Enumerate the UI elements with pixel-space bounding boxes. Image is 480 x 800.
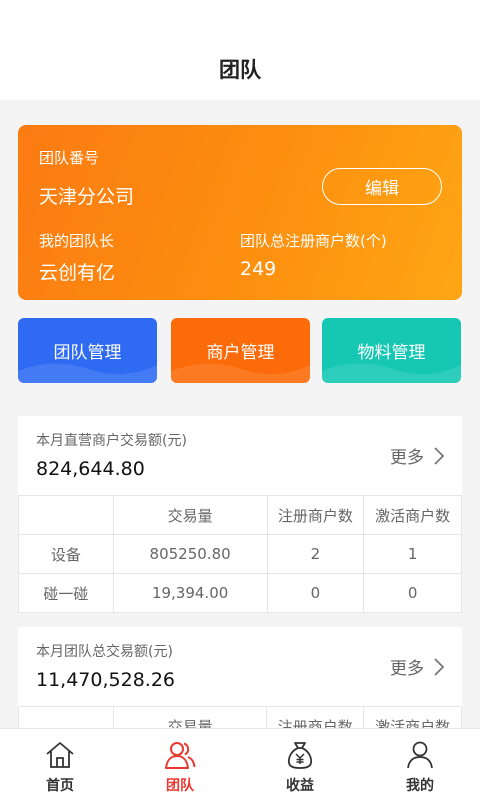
team-icon xyxy=(165,742,196,769)
material-management-button[interactable]: 物料管理 xyxy=(322,318,461,383)
direct-stats-table: 交易量 注册商户数 激活商户数 设备 805250.80 2 1 碰一碰 19,… xyxy=(18,495,462,613)
direct-stats-amount: 824,644.80 xyxy=(36,458,145,480)
merchant-count-label: 团队总注册商户数(个) xyxy=(240,232,387,250)
material-management-label: 物料管理 xyxy=(357,343,426,363)
tab-home[interactable]: 首页 xyxy=(0,729,120,800)
tab-label: 收益 xyxy=(286,778,314,794)
column-header: 注册商户数 xyxy=(266,495,365,535)
column-header: 激活商户数 xyxy=(363,706,462,728)
team-stats-table: 交易量 注册商户数 激活商户数 xyxy=(18,706,462,728)
chevron-right-icon xyxy=(434,446,444,465)
team-management-label: 团队管理 xyxy=(53,343,122,363)
team-leader-label: 我的团队长 xyxy=(39,232,115,250)
tab-mine[interactable]: 我的 xyxy=(360,729,480,800)
user-icon xyxy=(407,741,433,769)
tab-label: 首页 xyxy=(46,778,74,794)
column-header xyxy=(18,706,114,728)
tab-label: 团队 xyxy=(166,778,194,794)
team-stats-label: 本月团队总交易额(元) xyxy=(36,644,173,660)
table-header-row: 交易量 注册商户数 激活商户数 xyxy=(18,706,462,728)
money-bag-icon xyxy=(287,742,313,769)
team-total-stats-card: 本月团队总交易额(元) 11,470,528.26 更多 交易量 注册商户数 激… xyxy=(18,627,462,728)
table-cell: 2 xyxy=(266,534,365,574)
column-header: 交易量 xyxy=(112,706,268,728)
direct-stats-label: 本月直营商户交易额(元) xyxy=(36,433,187,449)
merchant-count: 249 xyxy=(240,258,277,280)
team-info-card: 团队番号 天津分公司 编辑 我的团队长 云创有亿 团队总注册商户数(个) 249 xyxy=(18,125,462,300)
table-row: 设备 805250.80 2 1 xyxy=(18,534,462,574)
table-cell: 0 xyxy=(266,573,365,613)
tab-earnings[interactable]: 收益 xyxy=(240,729,360,800)
header-bar: 团队 xyxy=(0,0,480,100)
row-label: 设备 xyxy=(18,534,114,574)
team-leader-name: 云创有亿 xyxy=(39,262,116,284)
merchant-management-label: 商户管理 xyxy=(206,343,275,363)
team-management-button[interactable]: 团队管理 xyxy=(18,318,157,383)
row-label: 碰一碰 xyxy=(18,573,114,613)
content-scroll-area[interactable]: 团队番号 天津分公司 编辑 我的团队长 云创有亿 团队总注册商户数(个) 249… xyxy=(0,100,480,728)
table-row: 碰一碰 19,394.00 0 0 xyxy=(18,573,462,613)
merchant-management-button[interactable]: 商户管理 xyxy=(171,318,310,383)
tab-label: 我的 xyxy=(406,778,434,794)
table-header-row: 交易量 注册商户数 激活商户数 xyxy=(18,495,462,535)
direct-stats-more-link[interactable]: 更多 xyxy=(390,443,444,468)
column-header: 激活商户数 xyxy=(363,495,462,535)
team-stats-amount: 11,470,528.26 xyxy=(36,669,176,691)
page-title: 团队 xyxy=(219,58,261,82)
column-header xyxy=(18,495,114,535)
table-cell: 805250.80 xyxy=(112,534,268,574)
team-number-label: 团队番号 xyxy=(39,149,100,167)
table-cell: 0 xyxy=(363,573,462,613)
team-stats-more-link[interactable]: 更多 xyxy=(390,654,444,679)
more-label: 更多 xyxy=(390,659,424,679)
table-cell: 1 xyxy=(363,534,462,574)
home-icon xyxy=(46,742,74,768)
direct-merchant-stats-card: 本月直营商户交易额(元) 824,644.80 更多 交易量 注册商户数 激活商… xyxy=(18,416,462,613)
table-cell: 19,394.00 xyxy=(112,573,268,613)
edit-button[interactable]: 编辑 xyxy=(322,168,442,205)
column-header: 注册商户数 xyxy=(266,706,365,728)
tab-team[interactable]: 团队 xyxy=(120,729,240,800)
chevron-right-icon xyxy=(434,657,444,676)
team-name: 天津分公司 xyxy=(39,186,135,208)
column-header: 交易量 xyxy=(112,495,268,535)
more-label: 更多 xyxy=(390,448,424,468)
bottom-tab-bar: 首页 团队 收益 我的 xyxy=(0,728,480,800)
